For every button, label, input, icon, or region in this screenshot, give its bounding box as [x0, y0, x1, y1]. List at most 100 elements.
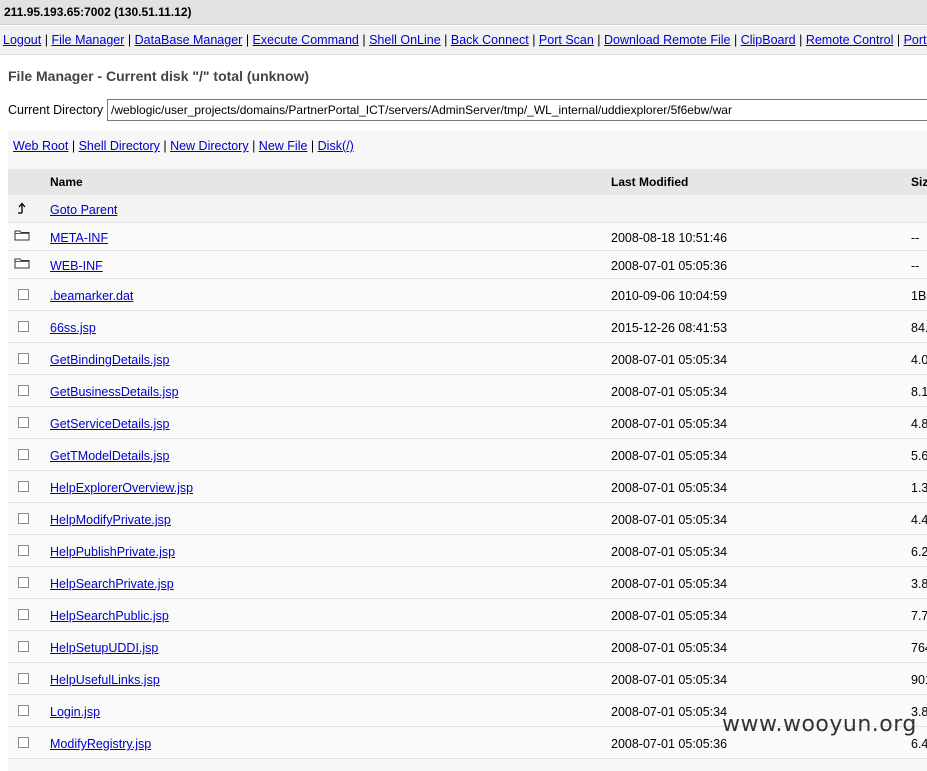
file-size: 764 — [911, 641, 927, 655]
file-link[interactable]: HelpUsefulLinks.jsp — [50, 673, 160, 687]
file-size: 4.0 — [911, 353, 927, 367]
file-size: 1.3 — [911, 481, 927, 495]
file-row: GetTModelDetails.jsp 2008-07-01 05:05:34 5… — [8, 439, 927, 471]
file-link[interactable]: 66ss.jsp — [50, 321, 96, 335]
column-header-size: Size — [911, 175, 927, 189]
file-select-checkbox[interactable] — [14, 417, 29, 428]
nav-link-port-scan[interactable]: Port Scan — [539, 33, 594, 47]
directory-row: WEB-INF 2008-07-01 05:05:36 -- — [8, 251, 927, 279]
up-arrow-icon — [14, 201, 28, 218]
directory-link[interactable]: META-INF — [50, 231, 108, 245]
file-link[interactable]: HelpSearchPrivate.jsp — [50, 577, 174, 591]
file-row: HelpSearchPrivate.jsp 2008-07-01 05:05:34… — [8, 567, 927, 599]
directory-actions: Web Root | Shell Directory | New Directo… — [13, 139, 354, 153]
nav-link-back-connect[interactable]: Back Connect — [451, 33, 529, 47]
file-link[interactable]: HelpExplorerOverview.jsp — [50, 481, 193, 495]
nav-link-execute-command[interactable]: Execute Command — [253, 33, 359, 47]
file-row: 66ss.jsp 2015-12-26 08:41:53 84. — [8, 311, 927, 343]
window-title-bar: 211.95.193.65:7002 (130.51.11.12) — [0, 0, 927, 25]
nav-link-file-manager[interactable]: File Manager — [51, 33, 124, 47]
nav-link-remote-control[interactable]: Remote Control — [806, 33, 894, 47]
nav-separator: | — [44, 33, 48, 47]
file-link[interactable]: GetTModelDetails.jsp — [50, 449, 170, 463]
action-separator: | — [71, 139, 76, 153]
file-size: -- — [911, 259, 920, 273]
nav-link-logout[interactable]: Logout — [3, 33, 41, 47]
file-link[interactable]: GetBusinessDetails.jsp — [50, 385, 179, 399]
file-manager-panel: Web Root | Shell Directory | New Directo… — [8, 131, 927, 771]
file-link[interactable]: HelpSetupUDDI.jsp — [50, 641, 158, 655]
main-nav: Logout | File Manager | DataBase Manager… — [0, 26, 927, 55]
last-modified: 2008-07-01 05:05:36 — [611, 737, 728, 751]
file-link[interactable]: HelpModifyPrivate.jsp — [50, 513, 171, 527]
action-link-new-directory[interactable]: New Directory — [170, 139, 249, 153]
nav-link-port-map[interactable]: Port Map — [904, 33, 927, 47]
file-select-checkbox[interactable] — [14, 353, 29, 364]
file-select-checkbox[interactable] — [14, 673, 29, 684]
last-modified: 2008-08-18 10:51:46 — [611, 231, 728, 245]
file-select-checkbox[interactable] — [14, 609, 29, 620]
action-link-shell-directory[interactable]: Shell Directory — [79, 139, 160, 153]
current-directory-label: Current Directory — [8, 103, 104, 117]
file-link[interactable]: ModifyRegistry.jsp — [50, 737, 151, 751]
nav-separator: | — [733, 33, 738, 47]
file-link[interactable]: HelpPublishPrivate.jsp — [50, 545, 175, 559]
nav-link-shell-online[interactable]: Shell OnLine — [369, 33, 441, 47]
file-link[interactable]: GetBindingDetails.jsp — [50, 353, 170, 367]
last-modified: 2008-07-01 05:05:34 — [611, 545, 728, 559]
last-modified: 2008-07-01 05:05:34 — [611, 513, 728, 527]
file-link[interactable]: GetServiceDetails.jsp — [50, 417, 170, 431]
directory-link[interactable]: WEB-INF — [50, 259, 103, 273]
last-modified: 2008-07-01 05:05:34 — [611, 609, 728, 623]
file-row: HelpExplorerOverview.jsp 2008-07-01 05:05… — [8, 471, 927, 503]
nav-separator: | — [532, 33, 536, 47]
action-separator: | — [310, 139, 315, 153]
file-row: HelpSearchPublic.jsp 2008-07-01 05:05:34 7… — [8, 599, 927, 631]
file-link[interactable]: HelpSearchPublic.jsp — [50, 609, 169, 623]
nav-separator: | — [127, 33, 132, 47]
file-list: Goto Parent META-INF 2008-08-18 10:51:46 -… — [8, 195, 927, 759]
folder-icon — [14, 257, 30, 272]
file-select-checkbox[interactable] — [14, 449, 29, 460]
file-link[interactable]: .beamarker.dat — [50, 289, 133, 303]
column-header-name: Name — [50, 175, 83, 189]
nav-separator: | — [245, 33, 250, 47]
host-title: 211.95.193.65:7002 (130.51.11.12) — [4, 5, 192, 19]
file-row: HelpSetupUDDI.jsp 2008-07-01 05:05:34 764 — [8, 631, 927, 663]
action-link-new-file[interactable]: New File — [259, 139, 308, 153]
action-link-web-root[interactable]: Web Root — [13, 139, 68, 153]
file-select-checkbox[interactable] — [14, 513, 29, 524]
nav-separator: | — [362, 33, 366, 47]
nav-link-database-manager[interactable]: DataBase Manager — [135, 33, 243, 47]
file-select-checkbox[interactable] — [14, 321, 29, 332]
nav-separator: | — [597, 33, 601, 47]
nav-link-clipboard[interactable]: ClipBoard — [741, 33, 796, 47]
file-size: -- — [911, 231, 920, 245]
file-select-checkbox[interactable] — [14, 545, 29, 556]
file-select-checkbox[interactable] — [14, 481, 29, 492]
file-size: 901 — [911, 673, 927, 687]
current-directory-input[interactable] — [107, 99, 927, 121]
page-title: File Manager - Current disk "/" total (u… — [8, 68, 310, 84]
action-link-disk[interactable]: Disk(/) — [318, 139, 354, 153]
last-modified: 2008-07-01 05:05:34 — [611, 385, 728, 399]
file-select-checkbox[interactable] — [14, 641, 29, 652]
goto-parent-row: Goto Parent — [8, 195, 927, 223]
file-select-checkbox[interactable] — [14, 385, 29, 396]
file-row: HelpPublishPrivate.jsp 2008-07-01 05:05:3… — [8, 535, 927, 567]
action-separator: | — [163, 139, 167, 153]
last-modified: 2010-09-06 10:04:59 — [611, 289, 728, 303]
last-modified: 2008-07-01 05:05:34 — [611, 417, 728, 431]
file-select-checkbox[interactable] — [14, 705, 29, 716]
file-select-checkbox[interactable] — [14, 737, 29, 748]
last-modified: 2008-07-01 05:05:34 — [611, 641, 728, 655]
last-modified: 2008-07-01 05:05:34 — [611, 577, 728, 591]
file-select-checkbox[interactable] — [14, 577, 29, 588]
file-row: GetBusinessDetails.jsp 2008-07-01 05:05:3… — [8, 375, 927, 407]
nav-link-download-remote-file[interactable]: Download Remote File — [604, 33, 730, 47]
file-size: 4.4 — [911, 513, 927, 527]
goto-parent-link[interactable]: Goto Parent — [50, 203, 117, 217]
file-link[interactable]: Login.jsp — [50, 705, 100, 719]
last-modified: 2008-07-01 05:05:34 — [611, 705, 728, 719]
file-select-checkbox[interactable] — [14, 289, 29, 300]
